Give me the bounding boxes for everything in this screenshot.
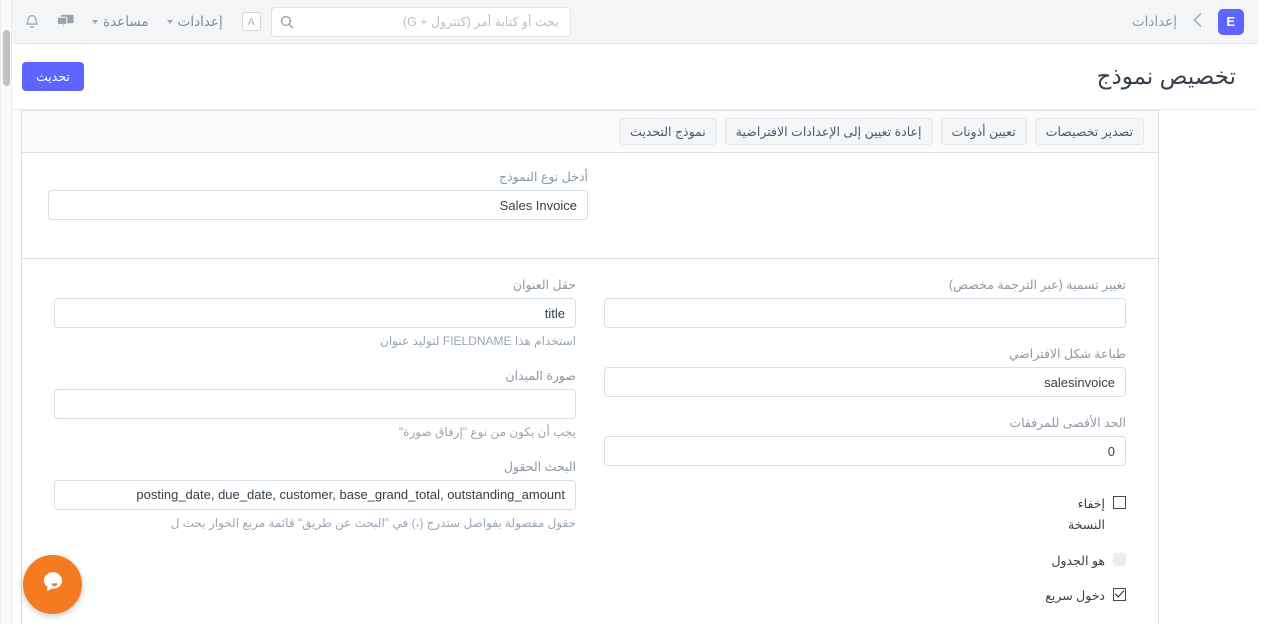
chevron-down-icon: [92, 19, 98, 24]
update-button[interactable]: تحديث: [22, 62, 84, 91]
vertical-scrollbar[interactable]: [0, 0, 11, 624]
form-column-left: حقل العنوان استخدام هذا FIELDNAME لتوليد…: [22, 277, 590, 621]
is-table-row: هو الجدول: [604, 551, 1126, 572]
export-customizations-button[interactable]: تصدير تخصيصات: [1034, 118, 1144, 145]
nav-menu-settings-label: إعدادات: [177, 13, 223, 29]
quick-entry-row: دخول سريع: [604, 586, 1126, 607]
title-field-input[interactable]: [54, 298, 576, 328]
chat-bubble-icon: [39, 568, 67, 601]
quick-entry-label: دخول سريع: [1045, 588, 1105, 603]
quick-entry-checkbox[interactable]: [1113, 587, 1126, 601]
form-column-right: تغيير تسمية (عبر الترجمة مخصص) طباعة شكل…: [590, 277, 1158, 621]
card-toolbar: تصدير تخصيصات تعيين أذونات إعادة تعيين إ…: [22, 111, 1158, 153]
bell-icon[interactable]: [16, 14, 48, 30]
rename-label: تغيير تسمية (عبر الترجمة مخصص): [948, 278, 1126, 292]
is-table-checkbox: [1113, 552, 1126, 566]
search-fields-group: البحث الحقول حقول مفصولة بفواصل ستدرج (،…: [54, 459, 576, 532]
avatar[interactable]: E: [1218, 8, 1244, 35]
search-fields-label: البحث الحقول: [503, 459, 576, 474]
doctype-input[interactable]: [48, 190, 588, 220]
doctype-row: أدخل نوع النموذج: [22, 153, 1158, 259]
search-fields-input[interactable]: [54, 479, 576, 510]
reset-to-defaults-button[interactable]: إعادة تعيين إلى الإعدادات الافتراضية: [724, 118, 933, 145]
column-gap: [604, 484, 1126, 494]
search-box[interactable]: [270, 6, 571, 37]
page-header: تخصيص نموذج تحديث: [0, 44, 1258, 110]
image-field-input[interactable]: [54, 388, 576, 419]
image-field-label: صورة الميدان: [505, 368, 576, 383]
default-print-format-label: طباعة شكل الافتراضي: [1008, 347, 1126, 361]
max-attachments-label: الحد الأقصى للمرفقات: [1009, 416, 1126, 430]
image-field-group: صورة الميدان يجب أن يكون من نوع "إرفاق ص…: [54, 368, 576, 441]
shortcut-key-indicator: A: [241, 12, 261, 31]
hide-copy-checkbox[interactable]: [1113, 496, 1126, 509]
title-field-label: حقل العنوان: [512, 278, 576, 292]
rename-field-group: تغيير تسمية (عبر الترجمة مخصص): [604, 277, 1126, 328]
hide-copy-label: إخفاء النسخة: [1068, 497, 1105, 533]
navbar-right-group: E إعدادات: [1132, 8, 1258, 35]
navbar-left-group: A إعدادات مساعدة: [0, 6, 571, 37]
scrollbar-thumb[interactable]: [3, 30, 10, 86]
default-print-format-input[interactable]: [604, 367, 1126, 397]
content-divider: [11, 0, 12, 624]
nav-menu-settings[interactable]: إعدادات: [158, 14, 232, 30]
is-table-label: هو الجدول: [1051, 553, 1105, 568]
search-input[interactable]: [301, 7, 570, 36]
search-icon: [272, 15, 302, 29]
nav-menu-help-label: مساعدة: [103, 13, 149, 29]
rename-input[interactable]: [604, 298, 1126, 328]
doctype-field-group: أدخل نوع النموذج: [48, 169, 588, 220]
max-attachments-group: الحد الأقصى للمرفقات: [604, 415, 1126, 466]
form-body: تغيير تسمية (عبر الترجمة مخصص) طباعة شكل…: [22, 259, 1158, 621]
comment-icon[interactable]: [48, 14, 83, 29]
doctype-label: أدخل نوع النموذج: [499, 170, 588, 184]
top-navbar: E إعدادات A إعدادات مساعدة: [0, 0, 1258, 44]
nav-menu-help[interactable]: مساعدة: [83, 14, 158, 30]
image-field-help: يجب أن يكون من نوع "إرفاق صورة": [398, 424, 576, 439]
breadcrumb[interactable]: إعدادات: [1132, 14, 1177, 30]
title-field-group: حقل العنوان استخدام هذا FIELDNAME لتوليد…: [54, 277, 576, 350]
page-title: تخصيص نموذج: [1096, 63, 1236, 89]
hide-copy-row: إخفاء النسخة: [604, 494, 1126, 537]
chat-widget-button[interactable]: [23, 555, 82, 614]
default-print-format-group: طباعة شكل الافتراضي: [604, 346, 1126, 397]
title-field-help: استخدام هذا FIELDNAME لتوليد عنوان: [380, 334, 576, 348]
back-chevron-icon[interactable]: [1187, 13, 1208, 30]
refresh-form-button[interactable]: نموذج التحديث: [619, 118, 717, 145]
set-permissions-button[interactable]: تعيين أذونات: [940, 118, 1027, 145]
customize-form-card: تصدير تخصيصات تعيين أذونات إعادة تعيين إ…: [21, 110, 1159, 624]
chevron-down-icon: [166, 19, 173, 24]
search-fields-help: حقول مفصولة بفواصل ستدرج (،) في "البحث ع…: [170, 515, 576, 530]
max-attachments-input[interactable]: [604, 436, 1126, 466]
